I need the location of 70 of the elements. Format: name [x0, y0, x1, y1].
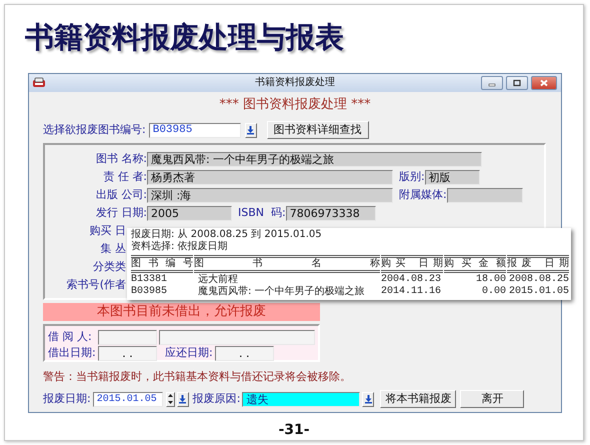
report-text: 报废日期: 从 2008.08.25 到 2015.01.05 — [131, 229, 322, 240]
field-label: 出版 公司: — [94, 188, 147, 202]
date-field[interactable]: . . — [98, 346, 157, 360]
up-down-arrows-icon — [166, 393, 174, 405]
column-header: 购 买 金 额 — [444, 255, 506, 273]
text-field[interactable]: 魔鬼西风带: 一个中年男子的极端之旅 — [147, 152, 482, 166]
field-label: 责 任 者: — [102, 170, 147, 184]
down-arrow-icon — [246, 125, 256, 135]
page-number: -31- — [278, 422, 310, 438]
field-label: 分类类 — [92, 260, 126, 274]
scrap-button[interactable]: 将本书籍报废 — [380, 390, 456, 408]
field-label: 索书号(作者 — [66, 278, 126, 292]
text-field[interactable]: 7806973338 — [286, 206, 376, 220]
table-cell-text: 0.00 — [480, 286, 506, 298]
table-cell-text: 18.00 — [474, 274, 506, 286]
text-field[interactable] — [98, 330, 157, 344]
text-field[interactable]: 杨勇杰著 — [147, 170, 393, 184]
down-arrow-icon — [178, 394, 188, 404]
field-label: 发行 日期: — [94, 206, 147, 220]
slide-title: 书籍资料报废处理与报表 — [25, 19, 344, 56]
text-field[interactable]: 深圳 :海 — [147, 188, 393, 202]
spin-button[interactable] — [166, 392, 175, 406]
field-label: 购买 日 — [88, 224, 126, 238]
date-field[interactable]: . . — [214, 346, 274, 360]
table-cell-text: 2014.11.16 — [381, 286, 442, 298]
field-label: 集 丛 — [100, 242, 126, 256]
field-label: 图书 名称: — [94, 152, 147, 166]
table-cell-text: B13381 — [131, 274, 168, 286]
field-label: 版别: — [399, 170, 425, 184]
form-heading: *** 图书资料报废处理 *** — [219, 97, 371, 113]
app-icon — [32, 77, 46, 89]
maximize-button[interactable] — [506, 76, 528, 90]
field-label: 借 阅 人: — [48, 330, 93, 344]
close-icon — [539, 79, 549, 87]
exit-button[interactable]: 离开 — [460, 390, 524, 408]
column-header: 图 书 名 称 — [194, 255, 380, 273]
field-label: ISBN 码: — [238, 206, 286, 220]
field-label: 借出日期: — [48, 346, 96, 360]
status-banner: 本图书目前未借出，允许报废 — [43, 303, 320, 321]
report-text: 资料选择: 依报废日期 — [131, 241, 228, 253]
table-cell-text: 魔鬼西风带: 一个中年男子的极端之旅 — [197, 286, 366, 298]
down-arrow-icon — [364, 394, 373, 404]
warning-text: 警告：当书籍报废时，此书籍基本资料与借还记录将会被移除。 — [43, 370, 351, 384]
table-cell-text: 2008.08.25 — [508, 274, 569, 286]
window-title: 书籍资料报废处理 — [255, 77, 335, 89]
text-field[interactable] — [446, 188, 523, 202]
column-header: 图 书 编 号 — [131, 255, 193, 273]
date-field[interactable]: 2015.01.05 — [92, 392, 163, 406]
search-button[interactable]: 图书资料详细查找 — [266, 121, 369, 139]
table-cell-text: B03985 — [131, 286, 168, 298]
column-header: 购买 日期 — [381, 255, 443, 273]
book-number-field[interactable]: B03985 — [148, 122, 241, 138]
text-field[interactable] — [159, 330, 315, 344]
field-label: 应还日期: — [165, 346, 213, 360]
table-cell-text: 2004.08.23 — [381, 274, 442, 286]
maximize-icon — [512, 79, 522, 87]
table-cell-text: 远大前程 — [197, 274, 239, 286]
field-label: 选择欲报废图书编号: — [43, 123, 146, 137]
column-header: 报废 日期 — [507, 255, 569, 273]
dropdown-button[interactable] — [362, 392, 374, 406]
table-cell-text: 2015.01.05 — [508, 286, 569, 298]
field-label: 报废原因: — [192, 392, 240, 406]
text-field[interactable]: 2005 — [147, 206, 232, 220]
close-button[interactable] — [531, 76, 557, 90]
text-field[interactable]: 初版 — [424, 170, 480, 184]
field-label: 报废日期: — [43, 392, 91, 406]
field-label: 附属媒体: — [399, 188, 447, 202]
dropdown-button[interactable] — [244, 122, 257, 138]
reason-field[interactable]: 遗失 — [242, 392, 360, 406]
dropdown-button[interactable] — [176, 392, 189, 406]
